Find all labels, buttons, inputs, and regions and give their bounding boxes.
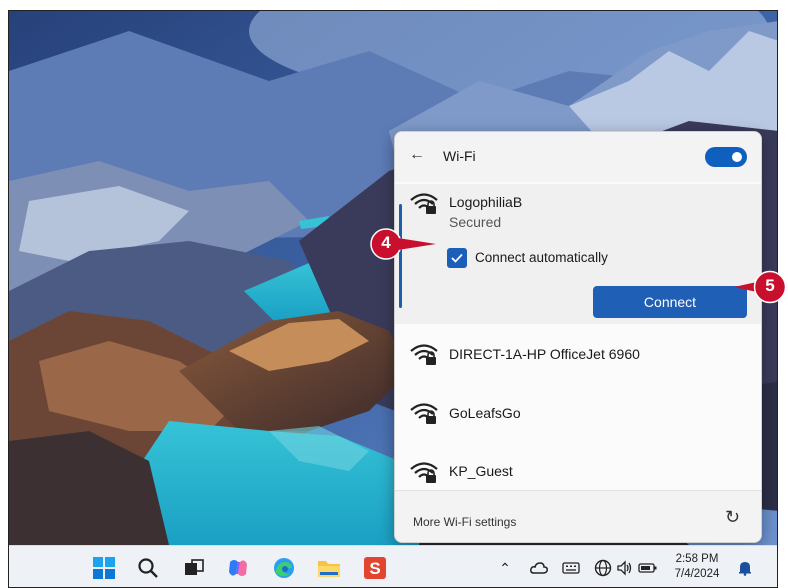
taskbar: S ⌃ 2:58 PM 7/4/2024 (9, 545, 777, 587)
step-callout-4: 4 (370, 228, 438, 260)
back-arrow-icon[interactable]: ← (409, 146, 425, 164)
network-security-status: Secured (449, 214, 502, 230)
battery-icon (638, 563, 657, 573)
wifi-panel-footer: More Wi-Fi settings ↻ (395, 490, 761, 542)
refresh-icon[interactable]: ↻ (725, 507, 740, 528)
step-callout-5: 5 (732, 270, 788, 304)
speaker-volume-icon (617, 560, 632, 576)
wifi-secured-icon (410, 193, 438, 214)
globe-network-icon (594, 559, 612, 577)
wifi-panel-header: ← Wi-Fi (395, 132, 761, 182)
network-name: LogophiliaB (449, 194, 523, 210)
system-clock[interactable]: 2:58 PM 7/4/2024 (664, 552, 730, 582)
clock-date: 7/4/2024 (674, 568, 720, 580)
desktop-wallpaper: ← Wi-Fi LogophiliaB Secured Connect auto… (9, 11, 777, 545)
network-name: GoLeafsGo (449, 405, 521, 421)
wifi-flyout-panel: ← Wi-Fi LogophiliaB Secured Connect auto… (394, 131, 762, 543)
connect-automatically-label: Connect automatically (475, 250, 608, 265)
wifi-secured-icon (410, 403, 438, 424)
network-name: KP_Guest (449, 463, 513, 479)
network-list-item[interactable]: DIRECT-1A-HP OfficeJet 6960 (395, 326, 761, 382)
selected-network-item[interactable]: LogophiliaB Secured Connect automaticall… (395, 184, 761, 324)
wifi-panel-title: Wi-Fi (443, 148, 476, 164)
callout-number: 5 (765, 276, 775, 295)
connect-button[interactable]: Connect (593, 286, 747, 318)
windows-start-icon[interactable] (91, 555, 117, 581)
search-icon[interactable] (135, 555, 161, 581)
network-list[interactable]: LogophiliaB Secured Connect automaticall… (395, 182, 761, 490)
task-view-icon[interactable] (181, 555, 207, 581)
wifi-toggle-switch[interactable] (705, 147, 747, 167)
wifi-secured-icon (410, 344, 438, 365)
checkmark-icon (451, 253, 463, 263)
network-name: DIRECT-1A-HP OfficeJet 6960 (449, 346, 640, 362)
wifi-secured-icon (410, 462, 438, 483)
network-list-item[interactable]: GoLeafsGo (395, 384, 761, 440)
keyboard-icon[interactable] (560, 558, 582, 578)
quick-settings-group[interactable] (591, 558, 661, 578)
edge-browser-icon[interactable] (271, 555, 297, 581)
connect-automatically-checkbox[interactable] (447, 248, 467, 268)
more-wifi-settings-link[interactable]: More Wi-Fi settings (413, 515, 516, 529)
snagit-app-icon[interactable]: S (362, 555, 388, 581)
clock-time: 2:58 PM (675, 553, 719, 565)
onedrive-cloud-icon[interactable] (529, 558, 549, 578)
network-list-item[interactable]: KP_Guest (395, 442, 761, 490)
toggle-knob (732, 152, 742, 162)
copilot-icon[interactable] (225, 555, 251, 581)
file-explorer-icon[interactable] (316, 555, 342, 581)
screen: ← Wi-Fi LogophiliaB Secured Connect auto… (8, 10, 778, 588)
chevron-up-icon[interactable]: ⌃ (498, 558, 512, 578)
callout-number: 4 (381, 233, 391, 252)
svg-text:S: S (369, 559, 380, 578)
notification-bell-icon[interactable] (736, 558, 754, 578)
